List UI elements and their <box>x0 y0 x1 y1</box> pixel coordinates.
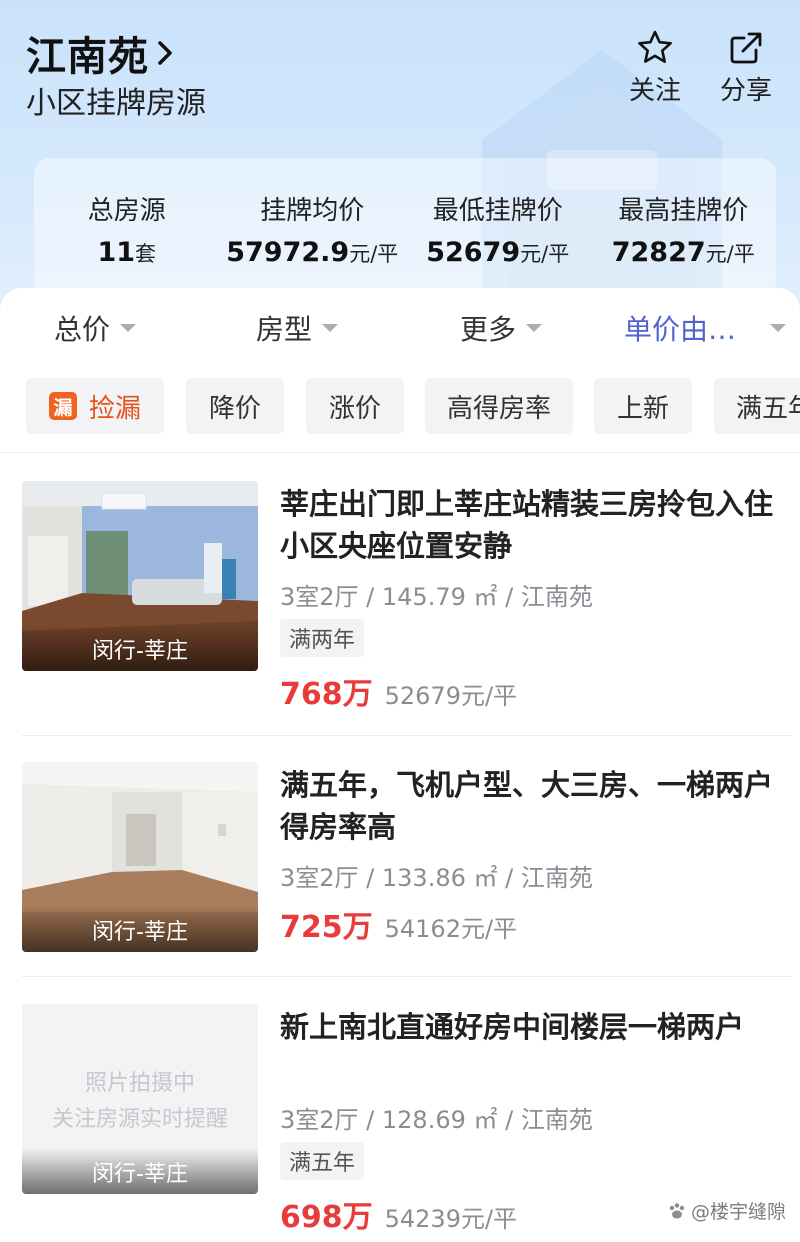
stat-value: 72827 <box>611 237 706 268</box>
stat-total-listings: 总房源 11套 <box>34 158 220 298</box>
listing-price: 768万 52679元/平 <box>280 669 517 713</box>
price-stats-card: 总房源 11套 挂牌均价 57972.9元/平 最低挂牌价 52679元/平 最… <box>34 158 776 298</box>
tag-label: 捡漏 <box>88 393 141 424</box>
tag-label: 上新 <box>616 393 669 424</box>
share-label: 分享 <box>719 76 772 106</box>
quick-tag-bar: 漏 捡漏 降价 涨价 高得房率 上新 满五年 <box>0 378 800 438</box>
stat-label: 最低挂牌价 <box>432 196 563 226</box>
watermark-text: @楼宇缝隙 <box>690 1201 786 1223</box>
listing-photo[interactable]: 闵行-莘庄 <box>22 481 258 671</box>
listing-total-price: 768万 <box>280 677 373 712</box>
filter-more[interactable]: 更多 <box>460 308 543 348</box>
stat-value: 11 <box>97 237 136 268</box>
filter-bar: 总价 房型 更多 单价由… <box>0 288 800 368</box>
caret-down-icon <box>526 324 543 332</box>
caret-down-icon <box>770 324 787 332</box>
tag-price-drop[interactable]: 降价 <box>186 378 284 434</box>
stat-lowest-price: 最低挂牌价 52679元/平 <box>405 158 591 298</box>
tag-new[interactable]: 上新 <box>594 378 692 434</box>
chevron-right-icon <box>158 41 172 65</box>
bargain-badge-icon: 漏 <box>48 392 77 420</box>
stat-unit: 套 <box>135 242 157 266</box>
listing-photo[interactable]: 闵行-莘庄 <box>22 762 258 952</box>
listing-total-price: 725万 <box>280 910 373 945</box>
divider <box>22 735 792 736</box>
listing-unit-price: 52679元/平 <box>384 682 518 710</box>
listing-spec: 3室2厅 / 145.79 ㎡ / 江南苑 <box>280 583 593 611</box>
tag-bargain[interactable]: 漏 捡漏 <box>26 378 164 434</box>
filter-label: 总价 <box>54 313 111 346</box>
listing-location: 闵行-莘庄 <box>22 1148 258 1194</box>
stat-value: 52679 <box>426 237 521 268</box>
listing-photo-placeholder[interactable]: 照片拍摄中 关注房源实时提醒 闵行-莘庄 <box>22 1004 258 1194</box>
filter-label: 单价由… <box>624 313 737 346</box>
share-icon <box>730 32 762 64</box>
stat-label: 最高挂牌价 <box>618 196 749 226</box>
listing-tag: 满两年 <box>280 619 365 657</box>
community-header: 江南苑 小区挂牌房源 关注 分享 总房源 11套 挂牌均价 57972.9元/平… <box>0 0 800 330</box>
listing-price: 698万 54239元/平 <box>280 1192 517 1236</box>
stat-label: 挂牌均价 <box>260 196 365 226</box>
listing-title[interactable]: 新上南北直通好房中间楼层一梯两户 <box>280 1006 792 1048</box>
stat-unit: 元/平 <box>520 242 570 266</box>
star-icon <box>638 30 672 63</box>
stat-unit: 元/平 <box>349 242 399 266</box>
listing-unit-price: 54239元/平 <box>384 1205 518 1233</box>
filter-label: 房型 <box>256 313 313 346</box>
photo-placeholder-text: 照片拍摄中 关注房源实时提醒 <box>22 1066 258 1138</box>
tag-label: 涨价 <box>328 393 381 424</box>
listing-location: 闵行-莘庄 <box>22 625 258 671</box>
stat-average-price: 挂牌均价 57972.9元/平 <box>220 158 406 298</box>
listing-title[interactable]: 莘庄出门即上莘庄站精装三房拎包入住小区央座位置安静 <box>280 483 792 567</box>
tag-label: 降价 <box>208 393 261 424</box>
placeholder-line: 关注房源实时提醒 <box>51 1107 228 1132</box>
share-button[interactable]: 分享 <box>711 28 781 107</box>
community-title: 江南苑 <box>26 34 149 80</box>
page-subtitle: 小区挂牌房源 <box>26 86 206 121</box>
divider <box>22 976 792 977</box>
tag-label: 满五年 <box>736 393 800 424</box>
follow-button[interactable]: 关注 <box>620 28 690 107</box>
listing-location: 闵行-莘庄 <box>22 906 258 952</box>
stat-unit: 元/平 <box>705 242 755 266</box>
watermark: @楼宇缝隙 <box>667 1197 786 1224</box>
listing-card[interactable]: 闵行-莘庄 莘庄出门即上莘庄站精装三房拎包入住小区央座位置安静 3室2厅 / 1… <box>22 481 792 741</box>
listing-spec: 3室2厅 / 128.69 ㎡ / 江南苑 <box>280 1106 593 1134</box>
listing-tag: 满五年 <box>280 1142 365 1180</box>
tag-high-efficiency[interactable]: 高得房率 <box>425 378 573 434</box>
stat-value: 57972.9 <box>226 237 350 268</box>
paw-icon <box>669 1202 685 1218</box>
filter-layout[interactable]: 房型 <box>256 308 339 348</box>
divider <box>0 452 800 453</box>
caret-down-icon <box>322 324 339 332</box>
community-title-row[interactable]: 江南苑 <box>26 24 177 82</box>
filter-label: 更多 <box>460 313 517 346</box>
listing-title[interactable]: 满五年，飞机户型、大三房、一梯两户得房率高 <box>280 764 792 848</box>
placeholder-line: 照片拍摄中 <box>84 1071 195 1096</box>
listing-spec: 3室2厅 / 133.86 ㎡ / 江南苑 <box>280 864 593 892</box>
tag-price-rise[interactable]: 涨价 <box>306 378 404 434</box>
listings-panel: 总价 房型 更多 单价由… 漏 捡漏 降价 涨价 高得房率 上新 满五年 <box>0 288 800 1242</box>
listing-total-price: 698万 <box>280 1200 373 1235</box>
tag-label: 高得房率 <box>446 393 551 424</box>
sort-unit-price[interactable]: 单价由… <box>624 308 787 348</box>
stat-label: 总房源 <box>87 196 166 226</box>
tag-over-five-years[interactable]: 满五年 <box>714 378 800 434</box>
caret-down-icon <box>120 324 137 332</box>
follow-label: 关注 <box>628 76 681 106</box>
listing-price: 725万 54162元/平 <box>280 902 517 946</box>
listing-card[interactable]: 闵行-莘庄 满五年，飞机户型、大三房、一梯两户得房率高 3室2厅 / 133.8… <box>22 762 792 1022</box>
listing-unit-price: 54162元/平 <box>384 915 518 943</box>
stat-highest-price: 最高挂牌价 72827元/平 <box>591 158 777 298</box>
filter-total-price[interactable]: 总价 <box>54 308 137 348</box>
